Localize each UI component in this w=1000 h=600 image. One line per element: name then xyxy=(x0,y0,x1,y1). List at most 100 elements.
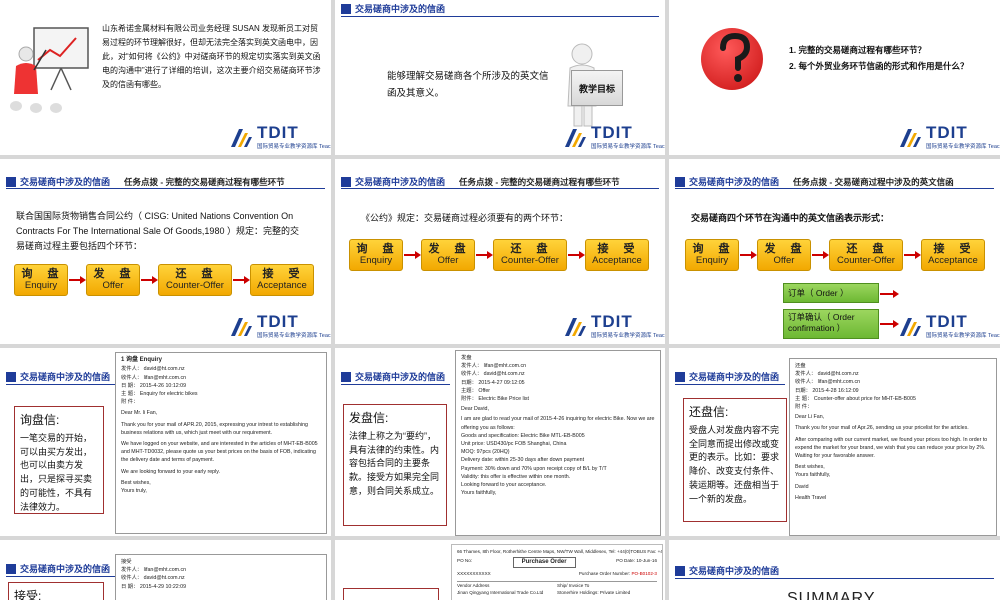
slide-9-thumbnail[interactable]: 交易磋商中涉及的信函 还盘 发件人： david@ht.com.nz 收件人： … xyxy=(669,348,1000,536)
doc-line: 主 题： Enquiry for electric bikes xyxy=(121,390,198,397)
header-square-icon xyxy=(675,371,685,382)
logo-name: TDIT xyxy=(926,123,968,142)
slide-11-thumbnail[interactable]: 66 Thames, 8th Floor, Rotherhithe Centre… xyxy=(335,540,665,600)
doc-line: After comparing with our current market,… xyxy=(795,436,988,460)
slide-10-thumbnail[interactable]: 交易磋商中涉及的信函 接受 发件人： lifan@mht.com.cn 收件人：… xyxy=(0,540,331,600)
flow-arrow xyxy=(740,251,757,259)
slide-header: 交易磋商中涉及的信函 xyxy=(6,370,110,383)
box-title: 接受: xyxy=(14,589,42,600)
slide-4-thumbnail[interactable]: 交易磋商中涉及的信函 任务点拨 - 完整的交易磋商过程有哪些环节 联合国国际货物销… xyxy=(0,159,331,344)
enquiry-explanation-box: 询盘信: 一笔交易的开始，可以由买方发出，也可以由卖方发出，只是探寻买卖的可能性… xyxy=(14,406,104,514)
header-square-icon xyxy=(341,3,351,14)
stage-counter-offer: 还 盘 Counter-Offer xyxy=(493,239,567,271)
stage-offer: 发 盘 Offer xyxy=(86,264,140,296)
po-number: PO-B0102-3 xyxy=(631,571,657,577)
tdit-logo: TDIT 国际贸易专业教学资源库 Teaching Database in In… xyxy=(229,312,331,340)
doc-line: 附 件： xyxy=(795,404,813,411)
purchase-order-document: 66 Thames, 8th Floor, Rotherhithe Centre… xyxy=(451,544,663,600)
vendor-label: Vendor Address xyxy=(457,582,490,588)
doc-line: 日 期： 2015-4-29 10:22:09 xyxy=(121,583,187,590)
header-rule xyxy=(675,188,994,189)
task-title: 任务点拨 - 完整的交易磋商过程有哪些环节 xyxy=(459,176,620,187)
logo-subtitle: 国际贸易专业教学资源库 Teaching Database in Interna… xyxy=(591,333,665,339)
slide-8-thumbnail[interactable]: 交易磋商中涉及的信函 发盘 发件人： lifan@mht.com.cn 收件人：… xyxy=(335,348,665,536)
question-mark-icon xyxy=(720,32,751,82)
doc-line: Delivery date: within 25-30 days after d… xyxy=(461,457,585,464)
slide-1-thumbnail[interactable]: 山东希诺金属材料有限公司业务经理 SUSAN 发现新员工对贸易过程的环节理解很好… xyxy=(0,0,331,155)
po-number-label: Purchase Order Number: xyxy=(578,571,631,577)
po-xx: XXXXXXXXXXX xyxy=(457,571,491,577)
logo-subtitle: 国际贸易专业教学资源库 Teaching Database in Interna… xyxy=(257,333,331,339)
doc-line: MOQ: 97pcs (20HQ) xyxy=(461,449,510,456)
po-date: 10-Jun-16 xyxy=(636,558,657,564)
slide-6-paragraph: 交易磋商四个环节在沟通中的英文信函表示形式： xyxy=(691,213,890,223)
doc-line: 发件人： david@ht.com.nz xyxy=(795,371,859,378)
header-title: 交易磋商中涉及的信函 xyxy=(689,566,780,576)
header-rule xyxy=(6,188,325,189)
flow-arrow xyxy=(404,251,421,259)
doc-line: David xyxy=(795,483,809,490)
question-2: 2. 每个外贸业务环节信函的形式和作用是什么？ xyxy=(789,61,969,71)
explanation-box xyxy=(343,588,439,600)
slide-1-paragraph: 山东希诺金属材料有限公司业务经理 SUSAN 发现新员工对贸易过程的环节理解很好… xyxy=(102,24,321,89)
tdit-logo: TDIT 国际贸易专业教学资源库 Teaching Database in In… xyxy=(898,123,1000,151)
doc-line: 附件： Electric Bike Price list xyxy=(461,396,529,403)
doc-line: Best wishes, xyxy=(795,464,825,471)
slide-5-paragraph: 《公约》规定：交易磋商过程必须要有的两个环节： xyxy=(361,213,569,223)
tdit-logo-mark-icon xyxy=(565,129,586,147)
slide-6-thumbnail[interactable]: 交易磋商中涉及的信函 任务点拨 - 交易磋商过程中涉及的英文信函 交易磋商四个环节… xyxy=(669,159,1000,344)
header-square-icon xyxy=(675,565,685,576)
ship-to-name: Stonerhire Holdings: Private Limited xyxy=(557,589,631,595)
slide-12-thumbnail[interactable]: 交易磋商中涉及的信函 SUMMARY xyxy=(669,540,1000,600)
slide-5-thumbnail[interactable]: 交易磋商中涉及的信函 任务点拨 - 完整的交易磋商过程有哪些环节 《公约》规定：交… xyxy=(335,159,665,344)
doc-line: Unit price: USD430/pc FOB Shanghai, Chin… xyxy=(461,441,567,448)
header-rule xyxy=(6,576,116,577)
stage-acceptance: 接 受 Acceptance xyxy=(250,264,314,296)
tdit-logo: TDIT 国际贸易专业教学资源库 Teaching Database in In… xyxy=(898,312,1000,340)
stage-acceptance: 接 受 Acceptance xyxy=(585,239,649,271)
tdit-logo-mark-icon xyxy=(900,129,921,147)
header-rule xyxy=(341,384,450,385)
doc-line: Looking forward to your acceptance. xyxy=(461,482,547,489)
header-title: 交易磋商中涉及的信函 xyxy=(689,372,780,382)
slide-3-thumbnail[interactable]: 1. 完整的交易磋商过程有哪些环节？ 2. 每个外贸业务环节信函的形式和作用是什… xyxy=(669,0,1000,155)
slide-7-thumbnail[interactable]: 交易磋商中涉及的信函 1 询盘 Enquiry 发件人： david@ht.co… xyxy=(0,348,331,536)
counter-offer-email-document: 还盘 发件人： david@ht.com.nz 收件人： lifan@mht.c… xyxy=(789,358,997,536)
doc-line: 日 期： 2015-4-26 10:12:09 xyxy=(121,382,187,389)
logo-subtitle: 国际贸易专业教学资源库 Teaching Database in Interna… xyxy=(926,144,1000,150)
header-title: 交易磋商中涉及的信函 xyxy=(20,177,111,187)
order-confirmation-box: 订单确认（ Order confirmation ） xyxy=(783,309,879,339)
header-rule xyxy=(675,384,785,385)
header-title: 交易磋商中涉及的信函 xyxy=(20,564,111,574)
doc-heading: 1 询盘 Enquiry xyxy=(121,357,163,363)
counter-offer-explanation-box: 还盘信: 受盘人对发盘内容不完全同意而提出修改或变更的表示。比如：要求降价、改变… xyxy=(683,398,787,522)
header-rule xyxy=(341,188,659,189)
doc-line: We are looking forward to your early rep… xyxy=(121,468,221,475)
logo-name: TDIT xyxy=(257,123,299,142)
teaching-goal-label: 教学目标 xyxy=(578,83,615,94)
header-square-icon xyxy=(341,371,351,382)
doc-line: 收件人： lifan@mht.com.cn xyxy=(795,379,861,386)
doc-line: Yours truly, xyxy=(121,487,147,494)
doc-line: Dear Li Fan, xyxy=(795,414,825,421)
doc-line: Payment: 30% down and 70% upon receipt c… xyxy=(461,465,607,472)
doc-line: Best wishes, xyxy=(121,479,151,486)
header-title: 交易磋商中涉及的信函 xyxy=(20,372,111,382)
doc-line: 主 题： Counter-offer about price for MHT-E… xyxy=(795,395,916,402)
flow-arrow xyxy=(880,290,899,298)
flow-arrow xyxy=(69,276,86,284)
po-date-label: PO Date: xyxy=(616,558,636,564)
question-1: 1. 完整的交易磋商过程有哪些环节？ xyxy=(789,45,926,55)
doc-line: 还盘 xyxy=(795,363,806,369)
po-no-label: PO No: xyxy=(457,558,473,564)
logo-name: TDIT xyxy=(591,123,633,142)
header-title: 交易磋商中涉及的信函 xyxy=(355,372,446,382)
acceptance-explanation-box: 接受: xyxy=(8,582,104,600)
slide-2-thumbnail[interactable]: 交易磋商中涉及的信函 能够理解交易磋商各个所涉及的英文信函及其意义。 教学目标 … xyxy=(335,0,665,155)
header-square-icon xyxy=(341,176,351,187)
box-title: 询盘信: xyxy=(20,413,60,427)
teaching-goal-board: 教学目标 xyxy=(571,70,623,106)
presenter-illustration xyxy=(10,27,89,113)
doc-line: 日期： 2015-4-28 16:12:09 xyxy=(795,387,859,394)
logo-subtitle: 国际贸易专业教学资源库 Teaching Database in Interna… xyxy=(591,144,665,150)
